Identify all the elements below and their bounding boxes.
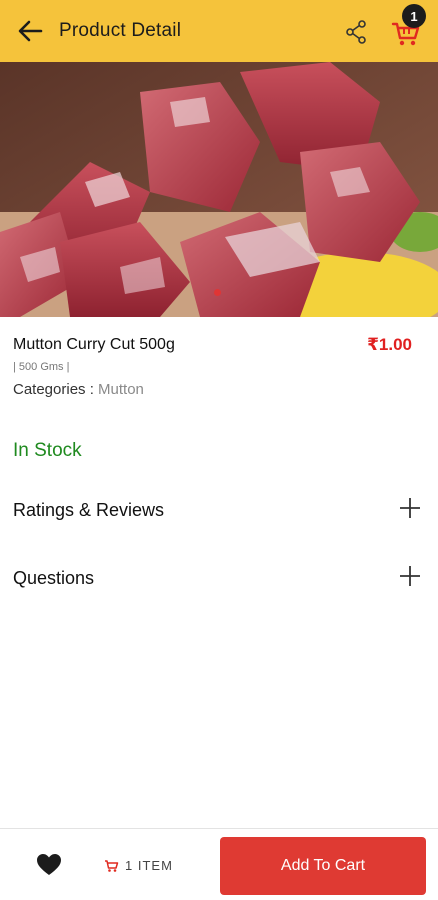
questions-label: Questions — [13, 568, 95, 588]
share-button[interactable] — [344, 19, 368, 45]
cart-icon — [105, 860, 119, 872]
category-link[interactable]: Mutton — [98, 381, 144, 398]
cart-count-badge: 1 — [402, 4, 426, 28]
carousel-indicator[interactable] — [214, 289, 221, 296]
wishlist-button[interactable] — [36, 853, 62, 877]
plus-icon[interactable] — [398, 564, 422, 588]
ratings-reviews-label: Ratings & Reviews — [13, 500, 165, 520]
heart-icon — [37, 854, 61, 875]
categories-label: Categories : — [13, 381, 99, 398]
product-name: Mutton Curry Cut 500g — [13, 336, 175, 353]
questions-row[interactable]: Questions — [0, 558, 438, 598]
stock-status: In Stock — [13, 440, 82, 461]
product-price: ₹1.00 — [367, 335, 412, 354]
page-title: Product Detail — [59, 20, 182, 41]
product-image[interactable] — [0, 62, 438, 317]
plus-icon[interactable] — [398, 496, 422, 520]
bottom-action-bar: 1 ITEM Add To Cart — [0, 828, 438, 900]
product-categories: Categories : Mutton — [13, 381, 144, 398]
product-weight: | 500 Gms | — [13, 361, 70, 373]
add-to-cart-button[interactable]: Add To Cart — [220, 837, 426, 895]
cart-items-count: 1 ITEM — [125, 858, 173, 873]
back-button[interactable] — [14, 16, 46, 46]
arrow-left-icon — [18, 20, 43, 42]
cart-items-summary[interactable]: 1 ITEM — [104, 858, 173, 873]
app-bar: Product Detail 1 — [0, 0, 438, 62]
ratings-reviews-row[interactable]: Ratings & Reviews — [0, 490, 438, 530]
share-icon — [346, 20, 366, 44]
